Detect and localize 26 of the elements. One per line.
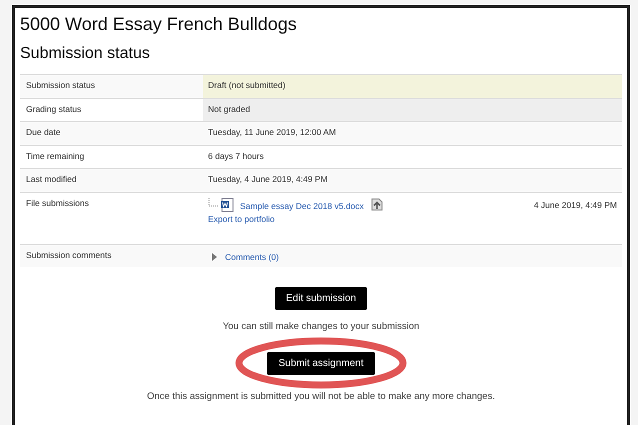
assignment-title: 5000 Word Essay French Bulldogs (20, 14, 298, 35)
action-note: You can still make changes to your submission (222, 321, 420, 332)
row-value: Not graded (208, 104, 250, 114)
row-label: Due date (26, 127, 60, 137)
section-title: Submission status (20, 45, 151, 63)
row-label: Time remaining (26, 150, 84, 160)
file-date: 4 June 2019, 4:49 PM (534, 200, 617, 210)
action-note: Once this assignment is submitted you will not be able to make any more changes. (147, 391, 495, 402)
export-link[interactable]: Export to portfolio (208, 214, 275, 224)
row-value: Tuesday, 4 June 2019, 4:49 PM (208, 174, 328, 184)
edit-button[interactable]: Edit submission (274, 287, 368, 310)
row-label: File submissions (26, 198, 89, 208)
row-label: Submission comments (26, 250, 112, 260)
file-link[interactable]: Sample essay Dec 2018 v5.docx (240, 200, 364, 210)
row-label: Submission status (26, 80, 95, 90)
row-label: Last modified (26, 174, 77, 184)
caret-icon (211, 252, 218, 260)
comments-toggle[interactable]: Comments (0) (211, 252, 279, 262)
tree-line-icon (208, 198, 218, 208)
upload-icon[interactable] (370, 198, 384, 211)
row-value: Tuesday, 11 June 2019, 12:00 AM (208, 127, 336, 137)
row-value: Draft (not submitted) (208, 80, 286, 90)
word-document-icon (221, 198, 234, 212)
row-label: Grading status (26, 104, 82, 114)
row-value: 6 days 7 hours (208, 150, 264, 160)
submit-button[interactable]: Submit assignment (267, 352, 375, 375)
